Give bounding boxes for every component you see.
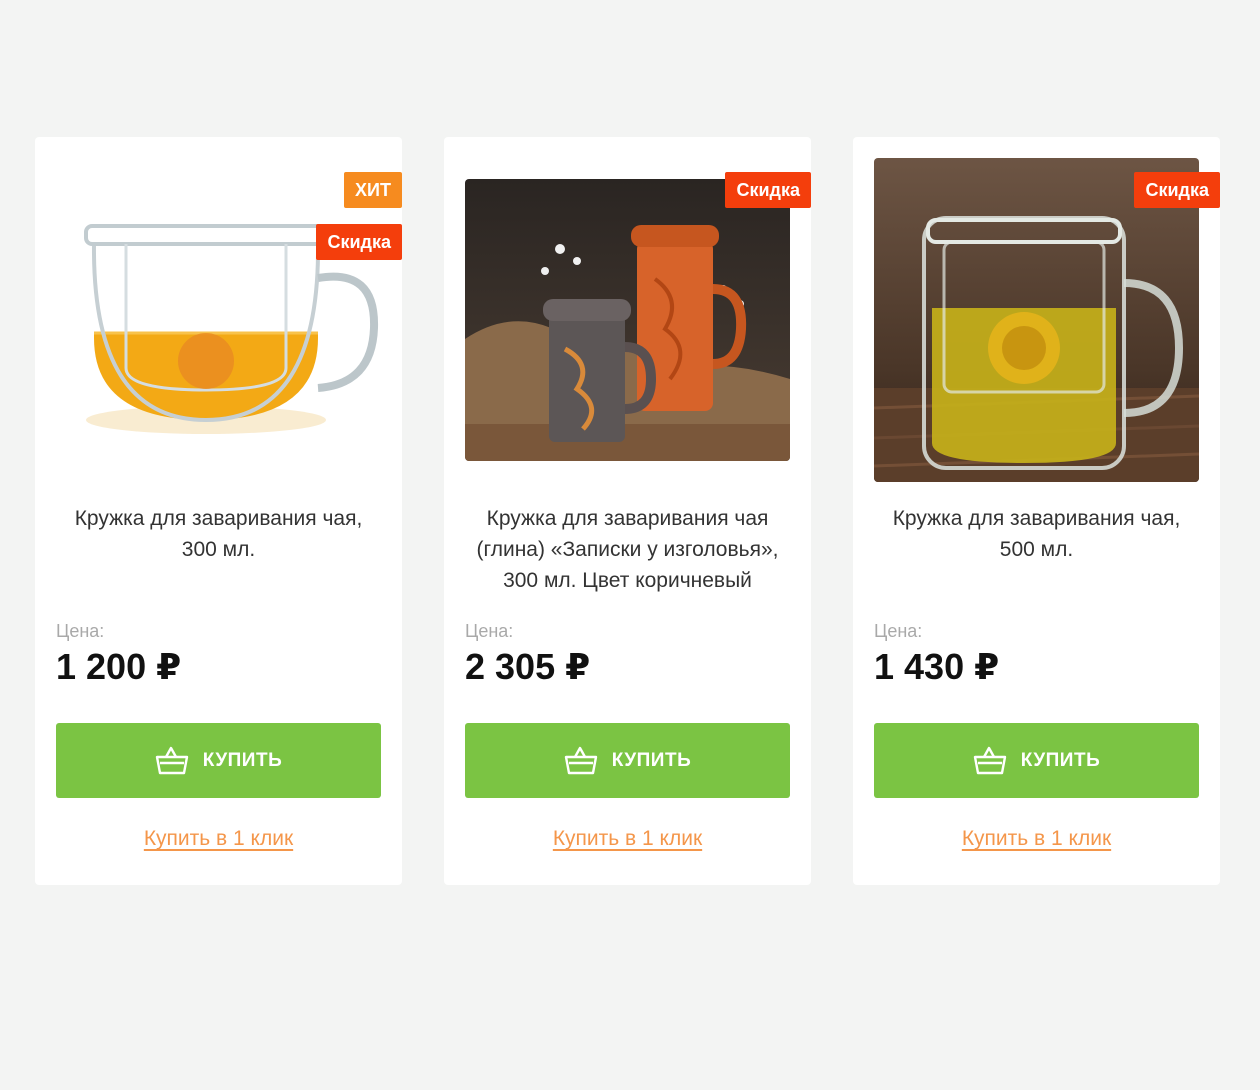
sale-badge: Скидка — [316, 224, 402, 260]
hit-badge: ХИТ — [344, 172, 402, 208]
basket-icon — [564, 746, 597, 774]
buy-button[interactable]: КУПИТЬ — [874, 723, 1199, 798]
basket-icon — [155, 746, 188, 774]
buy-button-label: КУПИТЬ — [202, 749, 283, 771]
buy-button-label: КУПИТЬ — [1020, 749, 1101, 771]
badges: Скидка — [725, 172, 811, 208]
buy-one-click-link[interactable]: Купить в 1 клик — [853, 827, 1220, 851]
product-title[interactable]: Кружка для заваривания чая (глина) «Запи… — [468, 503, 787, 596]
sale-badge: Скидка — [725, 172, 811, 208]
buy-button[interactable]: КУПИТЬ — [465, 723, 790, 798]
clay-mugs-illustration — [465, 179, 790, 461]
product-card: Скидка Кружка для заваривания чая (глина… — [444, 137, 811, 885]
price-value: 1 200 ₽ — [56, 646, 182, 687]
price-value: 1 430 ₽ — [874, 646, 1000, 687]
product-card: Скидка Кружка для заваривания чая, 500 м… — [853, 137, 1220, 885]
buy-button-label: КУПИТЬ — [611, 749, 692, 771]
price-label: Цена: — [465, 621, 514, 641]
product-title[interactable]: Кружка для заваривания чая, 300 мл. — [59, 503, 378, 565]
product-title[interactable]: Кружка для заваривания чая, 500 мл. — [877, 503, 1196, 565]
product-image-clay-mugs[interactable] — [465, 179, 790, 461]
badges: ХИТ Скидка — [316, 172, 402, 260]
product-grid: ХИТ Скидка Кружка для заваривания чая, 3… — [35, 137, 1220, 885]
product-card: ХИТ Скидка Кружка для заваривания чая, 3… — [35, 137, 402, 885]
basket-icon — [973, 746, 1006, 774]
price-label: Цена: — [874, 621, 923, 641]
badges: Скидка — [1134, 172, 1220, 208]
buy-one-click-link[interactable]: Купить в 1 клик — [444, 827, 811, 851]
price-label: Цена: — [56, 621, 105, 641]
buy-button[interactable]: КУПИТЬ — [56, 723, 381, 798]
buy-one-click-link[interactable]: Купить в 1 клик — [35, 827, 402, 851]
sale-badge: Скидка — [1134, 172, 1220, 208]
price-value: 2 305 ₽ — [465, 646, 591, 687]
